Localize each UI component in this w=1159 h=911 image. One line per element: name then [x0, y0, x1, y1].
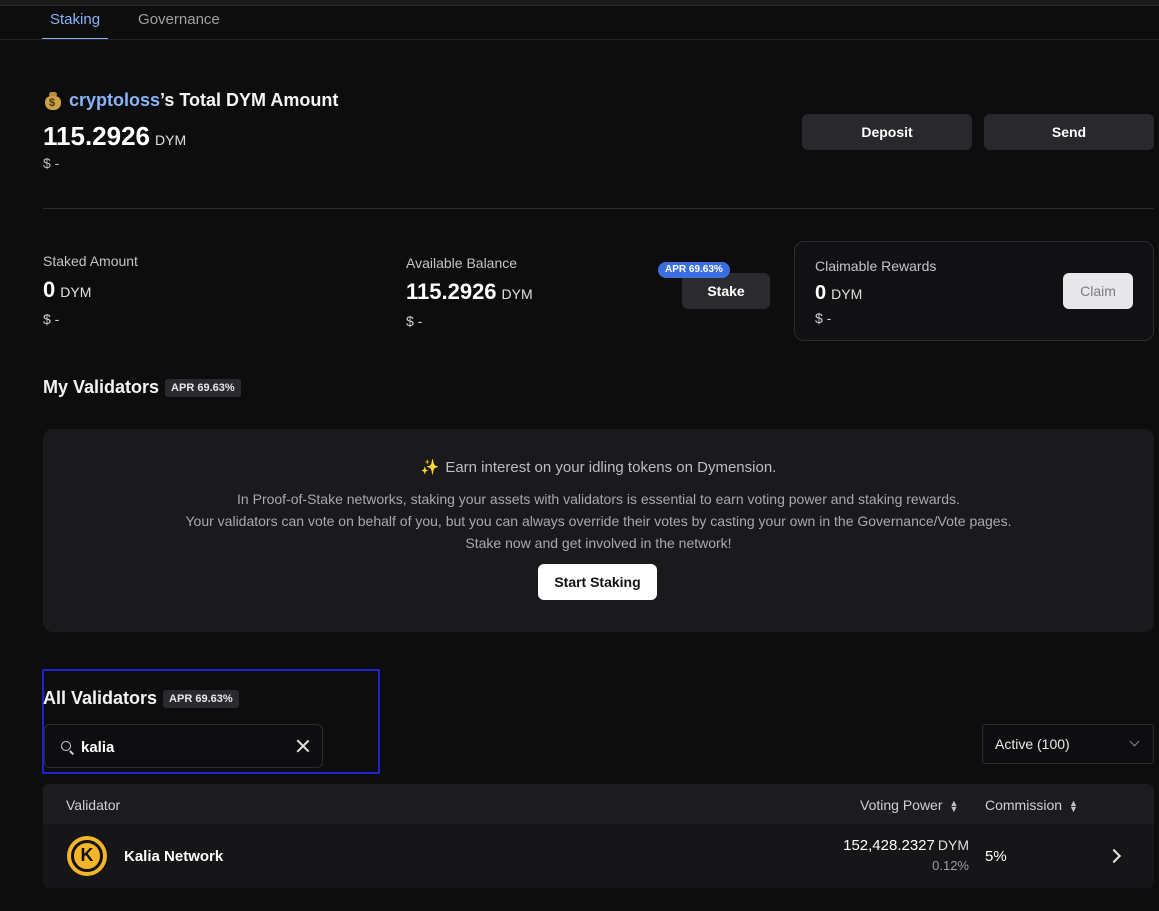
apr-badge: APR 69.63% [658, 262, 730, 278]
validator-logo-icon: K [67, 836, 107, 876]
total-amount-title: $ cryptoloss ’s Total DYM Amount [43, 90, 338, 111]
empty-state-line-2: Your validators can vote on behalf of yo… [185, 513, 1012, 529]
sort-icon: ▲ ▼ [1069, 798, 1078, 815]
validator-search [44, 724, 323, 768]
tabs-divider [0, 39, 1159, 40]
claimable-rewards-value: 0 [815, 282, 827, 304]
total-amount-usd: $ - [43, 155, 60, 171]
table-row[interactable]: K Kalia Network 152,428.2327 DYM 0.12% 5% [43, 824, 1154, 888]
empty-state-line-3: Stake now and get involved in the networ… [465, 535, 732, 551]
empty-state-title-text: Earn interest on your idling tokens on D… [445, 459, 777, 476]
money-bag-icon: $ [43, 91, 63, 111]
chevron-right-icon[interactable] [1106, 848, 1122, 864]
close-icon[interactable] [296, 739, 310, 753]
tab-staking[interactable]: Staking [42, 8, 109, 40]
search-icon [61, 741, 71, 751]
all-validators-title: All Validators [43, 688, 158, 708]
chevron-down-icon [1129, 736, 1140, 747]
my-validators-title: My Validators [43, 377, 160, 397]
status-filter-value: Active (100) [995, 736, 1070, 752]
available-balance-value: 115.2926 [406, 279, 497, 304]
sort-icon: ▲ ▼ [949, 798, 959, 815]
total-amount: 115.2926 DYM [43, 121, 186, 152]
column-validator: Validator [66, 797, 121, 813]
empty-state-title: ✨ Earn interest on your idling tokens on … [43, 458, 1154, 476]
column-commission[interactable]: Commission ▲ ▼ [985, 797, 1078, 815]
stake-button[interactable]: Stake [682, 273, 770, 309]
validator-name: Kalia Network [124, 848, 224, 865]
empty-state-line-1: In Proof-of-Stake networks, staking your… [237, 491, 960, 507]
all-validators-apr: APR 69.63% [163, 689, 239, 708]
total-title-suffix: ’s Total DYM Amount [160, 90, 339, 110]
commission-value: 5% [985, 848, 1007, 865]
available-balance-label: Available Balance [406, 255, 518, 271]
my-validators-heading: My Validators APR 69.63% [43, 377, 241, 398]
staked-amount-label: Staked Amount [43, 253, 138, 269]
column-voting-power[interactable]: Voting Power ▲ ▼ [860, 797, 959, 815]
voting-power-value: 152,428.2327 [843, 837, 935, 854]
claimable-rewards: 0 DYM [815, 282, 862, 305]
staked-amount-usd: $ - [43, 311, 60, 327]
claim-button[interactable]: Claim [1063, 273, 1133, 309]
claimable-rewards-usd: $ - [815, 310, 832, 326]
claimable-rewards-label: Claimable Rewards [815, 258, 937, 274]
top-strip [0, 0, 1159, 6]
validator-logo-letter: K [80, 845, 94, 865]
tab-bar: Staking Governance [42, 8, 228, 40]
start-staking-button[interactable]: Start Staking [538, 564, 657, 600]
total-amount-value: 115.2926 [43, 121, 151, 151]
username-link[interactable]: cryptoloss [69, 90, 160, 111]
sparkles-icon: ✨ [420, 459, 440, 476]
claimable-rewards-unit: DYM [831, 286, 863, 302]
column-voting-power-label: Voting Power [860, 797, 943, 813]
all-validators-heading: All Validators APR 69.63% [43, 688, 239, 709]
available-balance: 115.2926 DYM [406, 279, 533, 305]
available-balance-usd: $ - [406, 313, 423, 329]
tab-governance[interactable]: Governance [130, 8, 228, 40]
empty-state-card: ✨ Earn interest on your idling tokens on … [43, 429, 1154, 632]
voting-power-unit: DYM [937, 837, 969, 853]
staked-amount-value: 0 [43, 277, 56, 302]
staked-amount-unit: DYM [60, 284, 92, 300]
total-amount-unit: DYM [155, 132, 187, 148]
search-input[interactable] [81, 735, 281, 759]
section-divider [43, 208, 1154, 209]
staked-amount: 0 DYM [43, 277, 91, 303]
my-validators-apr: APR 69.63% [165, 378, 241, 397]
voting-power-percent: 0.12% [932, 858, 969, 873]
deposit-button[interactable]: Deposit [802, 114, 972, 150]
status-filter-select[interactable]: Active (100) [982, 724, 1154, 764]
send-button[interactable]: Send [984, 114, 1154, 150]
available-balance-unit: DYM [501, 286, 533, 302]
validators-table-header: Validator Voting Power ▲ ▼ Commission ▲ ▼ [43, 784, 1154, 824]
staking-page: Staking Governance $ cryptoloss ’s Total… [0, 0, 1159, 911]
column-commission-label: Commission [985, 797, 1063, 813]
voting-power: 152,428.2327 DYM [843, 837, 969, 855]
